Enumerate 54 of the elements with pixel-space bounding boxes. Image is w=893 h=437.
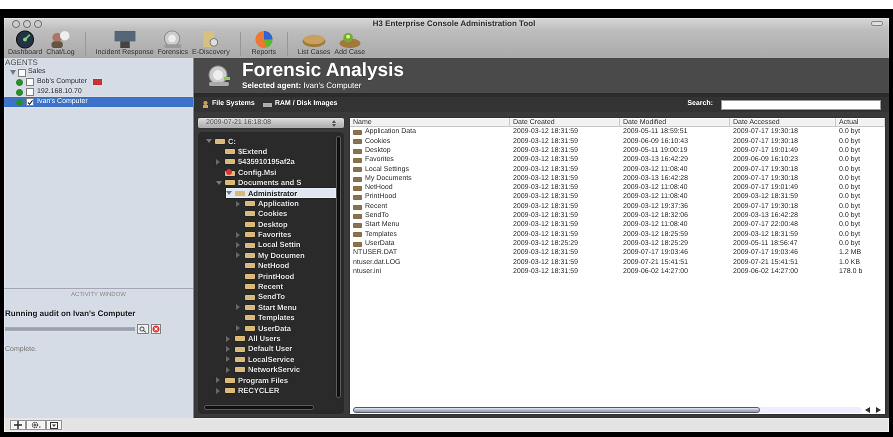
window-title: H3 Enterprise Console Administration Tool	[372, 18, 536, 30]
zoom-button[interactable]	[34, 20, 42, 28]
disclosure-triangle[interactable]	[236, 325, 242, 332]
disclosure-triangle[interactable]	[216, 158, 222, 165]
selected-agent-label: Selected agent: Ivan's Computer	[242, 80, 362, 90]
person-icon	[202, 101, 209, 108]
horizontal-scrollbar[interactable]	[353, 406, 862, 412]
checkbox[interactable]	[26, 98, 34, 106]
disclosure-triangle[interactable]	[10, 70, 16, 75]
add-button[interactable]	[10, 420, 26, 430]
disclosure-triangle[interactable]	[216, 377, 222, 384]
dropdown-button[interactable]	[46, 420, 62, 430]
disclosure-triangle[interactable]	[216, 180, 222, 185]
stop-icon	[152, 325, 160, 333]
disclosure-triangle[interactable]	[236, 242, 242, 248]
settings-button[interactable]	[26, 420, 46, 430]
memory-chip-icon	[262, 102, 272, 108]
disclosure-triangle[interactable]	[236, 200, 242, 207]
dropdown-icon	[50, 422, 58, 428]
plus-icon	[14, 421, 22, 429]
toolbar-toggle-button[interactable]	[871, 21, 883, 26]
page-title: Forensic Analysis	[242, 60, 404, 80]
sidebar-title: AGENTS	[4, 58, 39, 68]
disclosure-triangle[interactable]	[236, 304, 242, 310]
drive-icon	[215, 138, 225, 144]
disclosure-triangle[interactable]	[236, 232, 242, 238]
disclosure-triangle[interactable]	[226, 346, 232, 352]
checkbox[interactable]	[26, 88, 34, 96]
disclosure-triangle[interactable]	[206, 139, 212, 144]
briefcase-plus-icon	[336, 30, 363, 49]
search-field[interactable]	[721, 100, 881, 110]
disclosure-triangle[interactable]	[226, 356, 232, 362]
disclosure-triangle[interactable]	[236, 252, 242, 258]
monitor-icon	[112, 30, 138, 49]
checkbox[interactable]	[18, 68, 26, 76]
search-button[interactable]	[137, 324, 149, 334]
disclosure-triangle[interactable]	[226, 336, 232, 342]
gear-icon	[31, 421, 41, 429]
disclosure-triangle[interactable]	[216, 388, 222, 394]
disclosure-triangle[interactable]	[226, 191, 232, 196]
task-label: Running audit on Ivan's Computer	[5, 309, 136, 318]
minimize-button[interactable]	[23, 20, 31, 28]
vertical-scrollbar[interactable]	[336, 136, 341, 398]
stepper-icon	[332, 120, 336, 126]
horizontal-scrollbar[interactable]	[204, 405, 314, 410]
disclosure-triangle[interactable]	[226, 366, 232, 373]
scroll-left-icon[interactable]	[864, 406, 872, 412]
close-button[interactable]	[12, 20, 20, 28]
scroll-right-icon[interactable]	[874, 406, 882, 412]
checkbox[interactable]	[26, 78, 34, 86]
cancel-button[interactable]	[151, 324, 161, 334]
warning-folder-icon	[225, 168, 235, 176]
magnifier-icon	[139, 326, 147, 332]
scanner-icon	[206, 64, 232, 88]
